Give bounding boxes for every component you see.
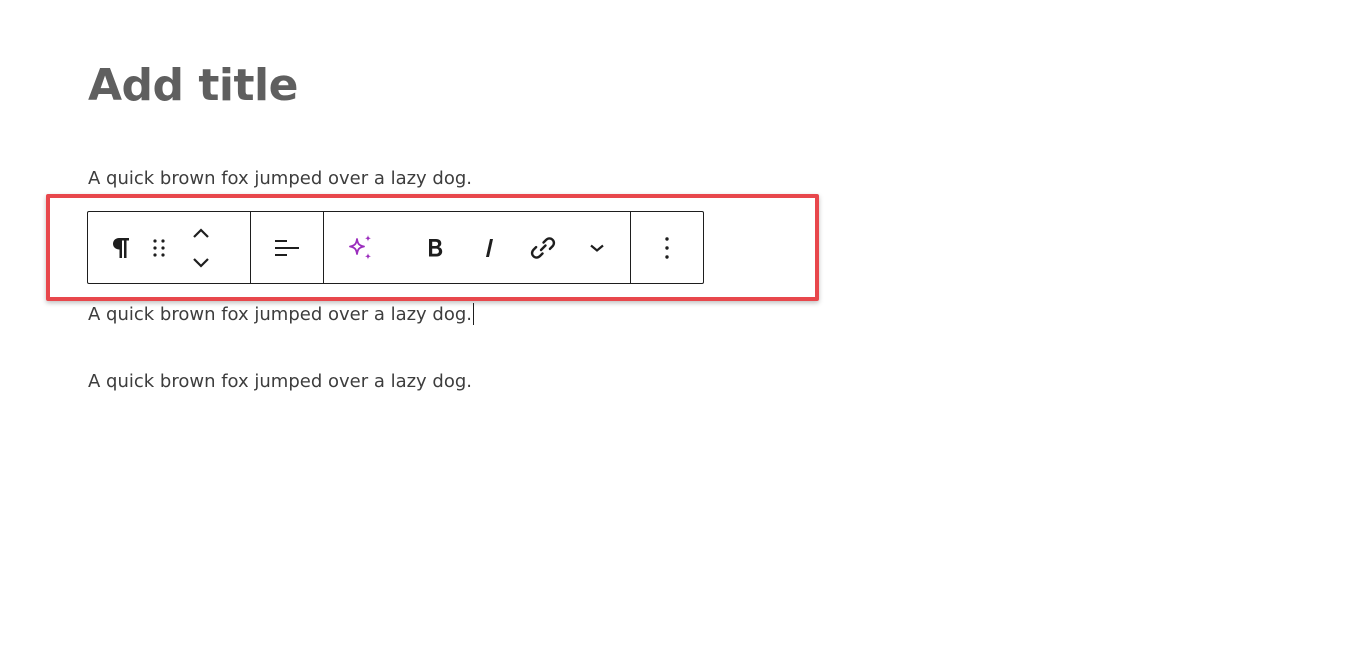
text-caret [473, 303, 475, 325]
drag-dots-icon [153, 238, 165, 257]
ai-assistant-button[interactable] [336, 224, 386, 272]
chevron-up-down-icon [193, 227, 209, 268]
link-icon [530, 236, 556, 259]
bold-icon [429, 238, 443, 256]
link-button[interactable] [516, 224, 570, 272]
pilcrow-icon [113, 237, 129, 258]
paragraph-text: A quick brown fox jumped over a lazy dog… [88, 304, 473, 325]
paragraph-block-active[interactable]: A quick brown fox jumped over a lazy dog… [88, 303, 475, 327]
options-group [630, 212, 703, 283]
paragraph-block[interactable]: A quick brown fox jumped over a lazy dog… [88, 370, 472, 394]
italic-button[interactable] [462, 224, 516, 272]
paragraph-block-type-button[interactable] [102, 224, 140, 272]
bold-button[interactable] [408, 224, 462, 272]
italic-icon [486, 238, 493, 257]
sparkle-icon [349, 234, 372, 260]
chevron-down-icon [590, 244, 604, 252]
alignment-group [250, 212, 323, 283]
align-left-icon [275, 239, 299, 256]
formatting-group [323, 212, 630, 283]
block-controls-group [88, 212, 250, 283]
post-title[interactable]: Add title [88, 56, 298, 116]
drag-handle-button[interactable] [140, 224, 178, 272]
more-rich-text-button[interactable] [570, 224, 624, 272]
more-vertical-icon [665, 236, 669, 259]
align-text-button[interactable] [264, 224, 310, 272]
move-up-down-button[interactable] [178, 224, 224, 272]
options-button[interactable] [644, 224, 690, 272]
paragraph-block[interactable]: A quick brown fox jumped over a lazy dog… [88, 167, 472, 191]
block-toolbar [87, 211, 704, 284]
